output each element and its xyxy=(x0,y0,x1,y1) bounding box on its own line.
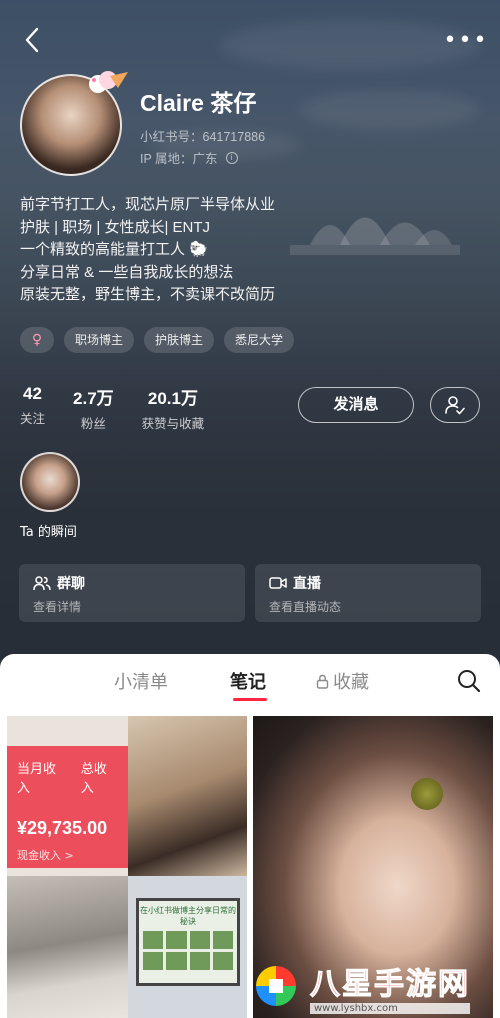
tab-list[interactable]: 小清单 xyxy=(114,668,168,694)
bio-line: 护肤 | 职场 | 女性成长| ENTJ xyxy=(20,218,211,236)
stat-label: 关注 xyxy=(20,411,46,426)
ip-label: IP 属地：广东 xyxy=(140,152,218,166)
stat-followers[interactable]: 2.7万 粉丝 xyxy=(73,384,114,432)
lychee-fruit xyxy=(411,778,443,810)
income-amount: ¥29,735.00 xyxy=(17,818,108,838)
watermark-title: 八星手游网 xyxy=(310,966,470,1002)
income-tab-month: 当月收入 xyxy=(17,762,57,796)
watermark-url: www.lyshbx.com xyxy=(310,1002,470,1014)
profile-bio: 前字节打工人，现芯片原厂半导体从业 护肤 | 职场 | 女性成长| ENTJ 一… xyxy=(20,194,480,307)
bio-line: 前字节打工人，现芯片原厂半导体从业 xyxy=(20,196,276,213)
tab-notes[interactable]: 笔记 xyxy=(230,668,266,694)
profile-id[interactable]: 小红书号：641717886 xyxy=(140,126,265,145)
gender-female-icon: ♀ xyxy=(20,327,54,353)
stat-likes[interactable]: 20.1万 获赞与收藏 xyxy=(142,384,205,432)
note-photo: 在小红书做博主分享日常的秘诀 xyxy=(128,876,247,1018)
group-chat-title: 群聊 xyxy=(57,576,85,592)
live-camera-icon xyxy=(269,577,287,589)
site-watermark: 八星手游网 www.lyshbx.com xyxy=(252,958,492,1014)
group-chat-icon xyxy=(33,576,51,591)
income-screenshot: 当月收入 总收入 ¥29,735.00 现金收入 > xyxy=(7,746,128,868)
note-card[interactable]: 当月收入 总收入 ¥29,735.00 现金收入 > 在小红书做博主分享日常的秘… xyxy=(7,716,247,1018)
laptop-title: 在小红书做博主分享日常的秘诀 xyxy=(140,906,236,926)
profile-tags: ♀ 职场博主 护肤博主 悉尼大学 xyxy=(20,327,295,353)
stat-following[interactable]: 42 关注 xyxy=(20,384,45,432)
profile-name: Claire 茶仔 xyxy=(140,90,257,116)
active-tab-indicator xyxy=(233,698,267,701)
chevron-left-icon xyxy=(25,27,39,53)
lock-icon xyxy=(316,674,329,689)
live-title: 直播 xyxy=(293,576,321,592)
group-chat-sub: 查看详情 xyxy=(33,600,82,614)
content-tabs: 小清单 笔记 收藏 xyxy=(0,654,500,710)
stat-label: 粉丝 xyxy=(80,416,106,431)
more-dots-icon: ••• xyxy=(443,27,489,53)
stat-value: 42 xyxy=(23,384,42,403)
moments-avatar[interactable] xyxy=(20,452,80,512)
tab-favorites-label: 收藏 xyxy=(333,672,369,693)
income-tab-total: 总收入 xyxy=(80,762,107,796)
user-check-icon xyxy=(445,396,465,415)
group-chat-card[interactable]: 群聊 查看详情 xyxy=(19,564,245,622)
tag-career-blogger: 职场博主 xyxy=(64,327,135,353)
search-icon xyxy=(458,670,481,693)
stat-label: 获赞与收藏 xyxy=(141,416,205,431)
note-photo xyxy=(7,876,128,1018)
bio-line: 原装无整，野生博主，不卖课不改简历 xyxy=(20,286,276,303)
tag-university: 悉尼大学 xyxy=(224,327,295,353)
laptop-screen: 在小红书做博主分享日常的秘诀 xyxy=(136,898,240,986)
more-button[interactable]: ••• xyxy=(443,22,489,58)
note-photo xyxy=(128,716,247,876)
bio-line: 分享日常 & 一些自我成长的想法 xyxy=(20,263,234,281)
top-bar: ••• xyxy=(0,18,500,62)
tag-skincare-blogger: 护肤博主 xyxy=(144,327,215,353)
stat-value: 20.1万 xyxy=(147,389,198,408)
tab-favorites[interactable]: 收藏 xyxy=(316,668,369,694)
income-sub: 现金收入 > xyxy=(17,849,74,862)
moments-label[interactable]: Ta 的瞬间 xyxy=(20,521,77,540)
ip-location: IP 属地：广东 i xyxy=(140,148,238,167)
send-message-button[interactable]: 发消息 xyxy=(298,387,414,423)
bio-line: 一个精致的高能量打工人 🐑 xyxy=(20,241,208,258)
ice-cream-badge-icon xyxy=(89,71,128,93)
watermark-logo-icon xyxy=(256,966,296,1006)
follow-button[interactable] xyxy=(430,387,480,423)
stat-value: 2.7万 xyxy=(73,389,114,408)
profile-stats: 42 关注 2.7万 粉丝 20.1万 获赞与收藏 xyxy=(20,384,232,432)
live-sub: 查看直播动态 xyxy=(269,600,342,614)
live-card[interactable]: 直播 查看直播动态 xyxy=(255,564,481,622)
search-button[interactable] xyxy=(456,668,482,694)
back-button[interactable] xyxy=(14,22,50,58)
info-icon[interactable]: i xyxy=(225,151,238,164)
